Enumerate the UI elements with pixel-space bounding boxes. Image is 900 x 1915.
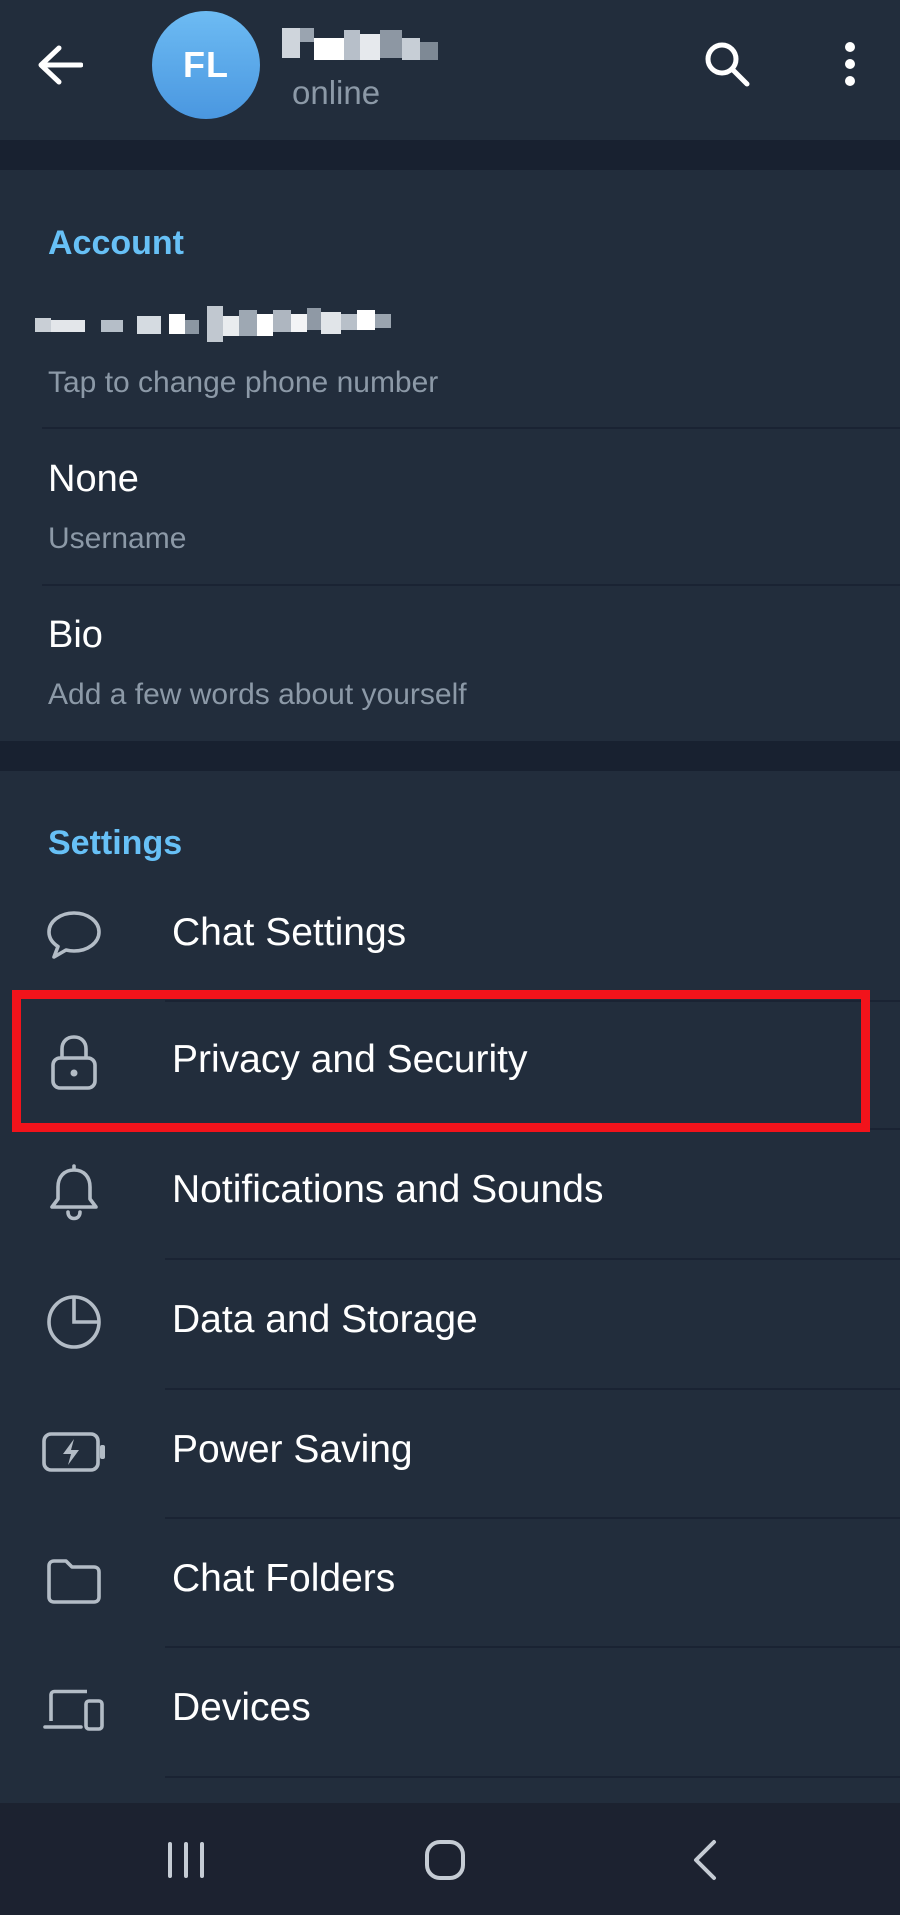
divider	[42, 584, 900, 586]
settings-item-label: Notifications and Sounds	[172, 1168, 604, 1211]
bio-hint: Add a few words about yourself	[48, 678, 467, 711]
settings-item-label: Devices	[172, 1686, 311, 1729]
settings-item-chat-settings[interactable]: Chat Settings	[0, 871, 900, 1000]
phone-number-redacted[interactable]	[35, 300, 395, 350]
home-icon[interactable]	[405, 1825, 485, 1895]
back-arrow-icon[interactable]	[30, 28, 90, 102]
nav-back-icon[interactable]	[665, 1825, 745, 1895]
settings-item-label: Data and Storage	[172, 1298, 478, 1341]
account-section-title: Account	[48, 224, 184, 262]
settings-item-label: Power Saving	[172, 1428, 413, 1471]
settings-item-label: Chat Folders	[172, 1557, 396, 1600]
settings-item-label: Chat Settings	[172, 911, 407, 954]
bio-label[interactable]: Bio	[48, 614, 103, 657]
settings-item-privacy-and-security[interactable]: Privacy and Security	[0, 998, 900, 1127]
more-options-icon[interactable]	[820, 32, 880, 96]
bell-icon	[40, 1158, 108, 1226]
settings-section-title: Settings	[48, 824, 183, 862]
pie-chart-icon	[40, 1288, 108, 1356]
lock-icon	[40, 1028, 108, 1096]
recent-apps-icon[interactable]	[146, 1825, 226, 1895]
divider	[165, 1776, 900, 1778]
devices-icon	[40, 1676, 108, 1744]
profile-header: FL online	[0, 0, 900, 140]
settings-item-chat-folders[interactable]: Chat Folders	[0, 1517, 900, 1646]
settings-item-power-saving[interactable]: Power Saving	[0, 1388, 900, 1517]
settings-item-devices[interactable]: Devices	[0, 1646, 900, 1775]
settings-item-notifications-and-sounds[interactable]: Notifications and Sounds	[0, 1128, 900, 1257]
folder-icon	[40, 1547, 108, 1615]
phone-number-hint: Tap to change phone number	[48, 366, 439, 399]
section-separator	[0, 741, 900, 771]
telegram-settings-screen: FL online Account Tap to change phone nu…	[0, 0, 900, 1915]
profile-name-redacted	[282, 24, 442, 60]
battery-icon	[40, 1418, 108, 1486]
search-icon[interactable]	[695, 32, 759, 96]
settings-item-label: Privacy and Security	[172, 1038, 528, 1081]
settings-item-data-and-storage[interactable]: Data and Storage	[0, 1258, 900, 1387]
online-status: online	[292, 74, 381, 111]
username-label: Username	[48, 522, 187, 555]
username-value[interactable]: None	[48, 458, 139, 501]
system-navigation-bar	[0, 1803, 900, 1915]
section-separator	[0, 140, 900, 170]
divider	[42, 427, 900, 429]
avatar[interactable]: FL	[152, 11, 260, 119]
chat-bubble-icon	[40, 901, 108, 969]
avatar-initials: FL	[183, 44, 229, 85]
